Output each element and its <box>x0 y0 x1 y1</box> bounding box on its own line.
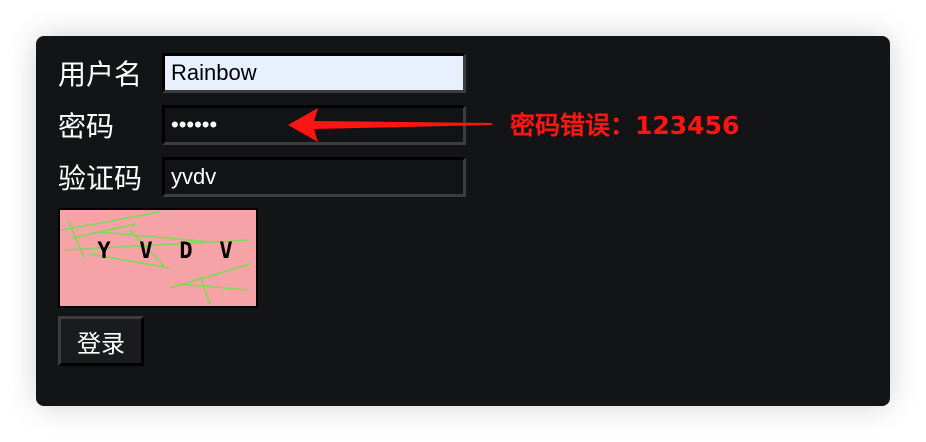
username-input[interactable] <box>162 53 466 93</box>
captcha-char: V <box>139 239 152 264</box>
captcha-image[interactable]: Y V D V <box>58 208 258 308</box>
password-label: 密码 <box>58 110 115 143</box>
captcha-input[interactable] <box>162 157 466 197</box>
captcha-label: 验证码 <box>58 162 143 195</box>
username-label: 用户名 <box>58 58 143 91</box>
captcha-row: 验证码 <box>58 157 466 197</box>
captcha-char: V <box>219 239 232 264</box>
username-row: 用户名 <box>58 53 466 93</box>
captcha-char: Y <box>97 239 111 264</box>
arrow-left-icon <box>288 108 492 142</box>
error-annotation: 密码错误：123456 <box>510 111 740 140</box>
captcha-char: D <box>179 239 192 264</box>
login-button[interactable]: 登录 <box>58 316 144 366</box>
